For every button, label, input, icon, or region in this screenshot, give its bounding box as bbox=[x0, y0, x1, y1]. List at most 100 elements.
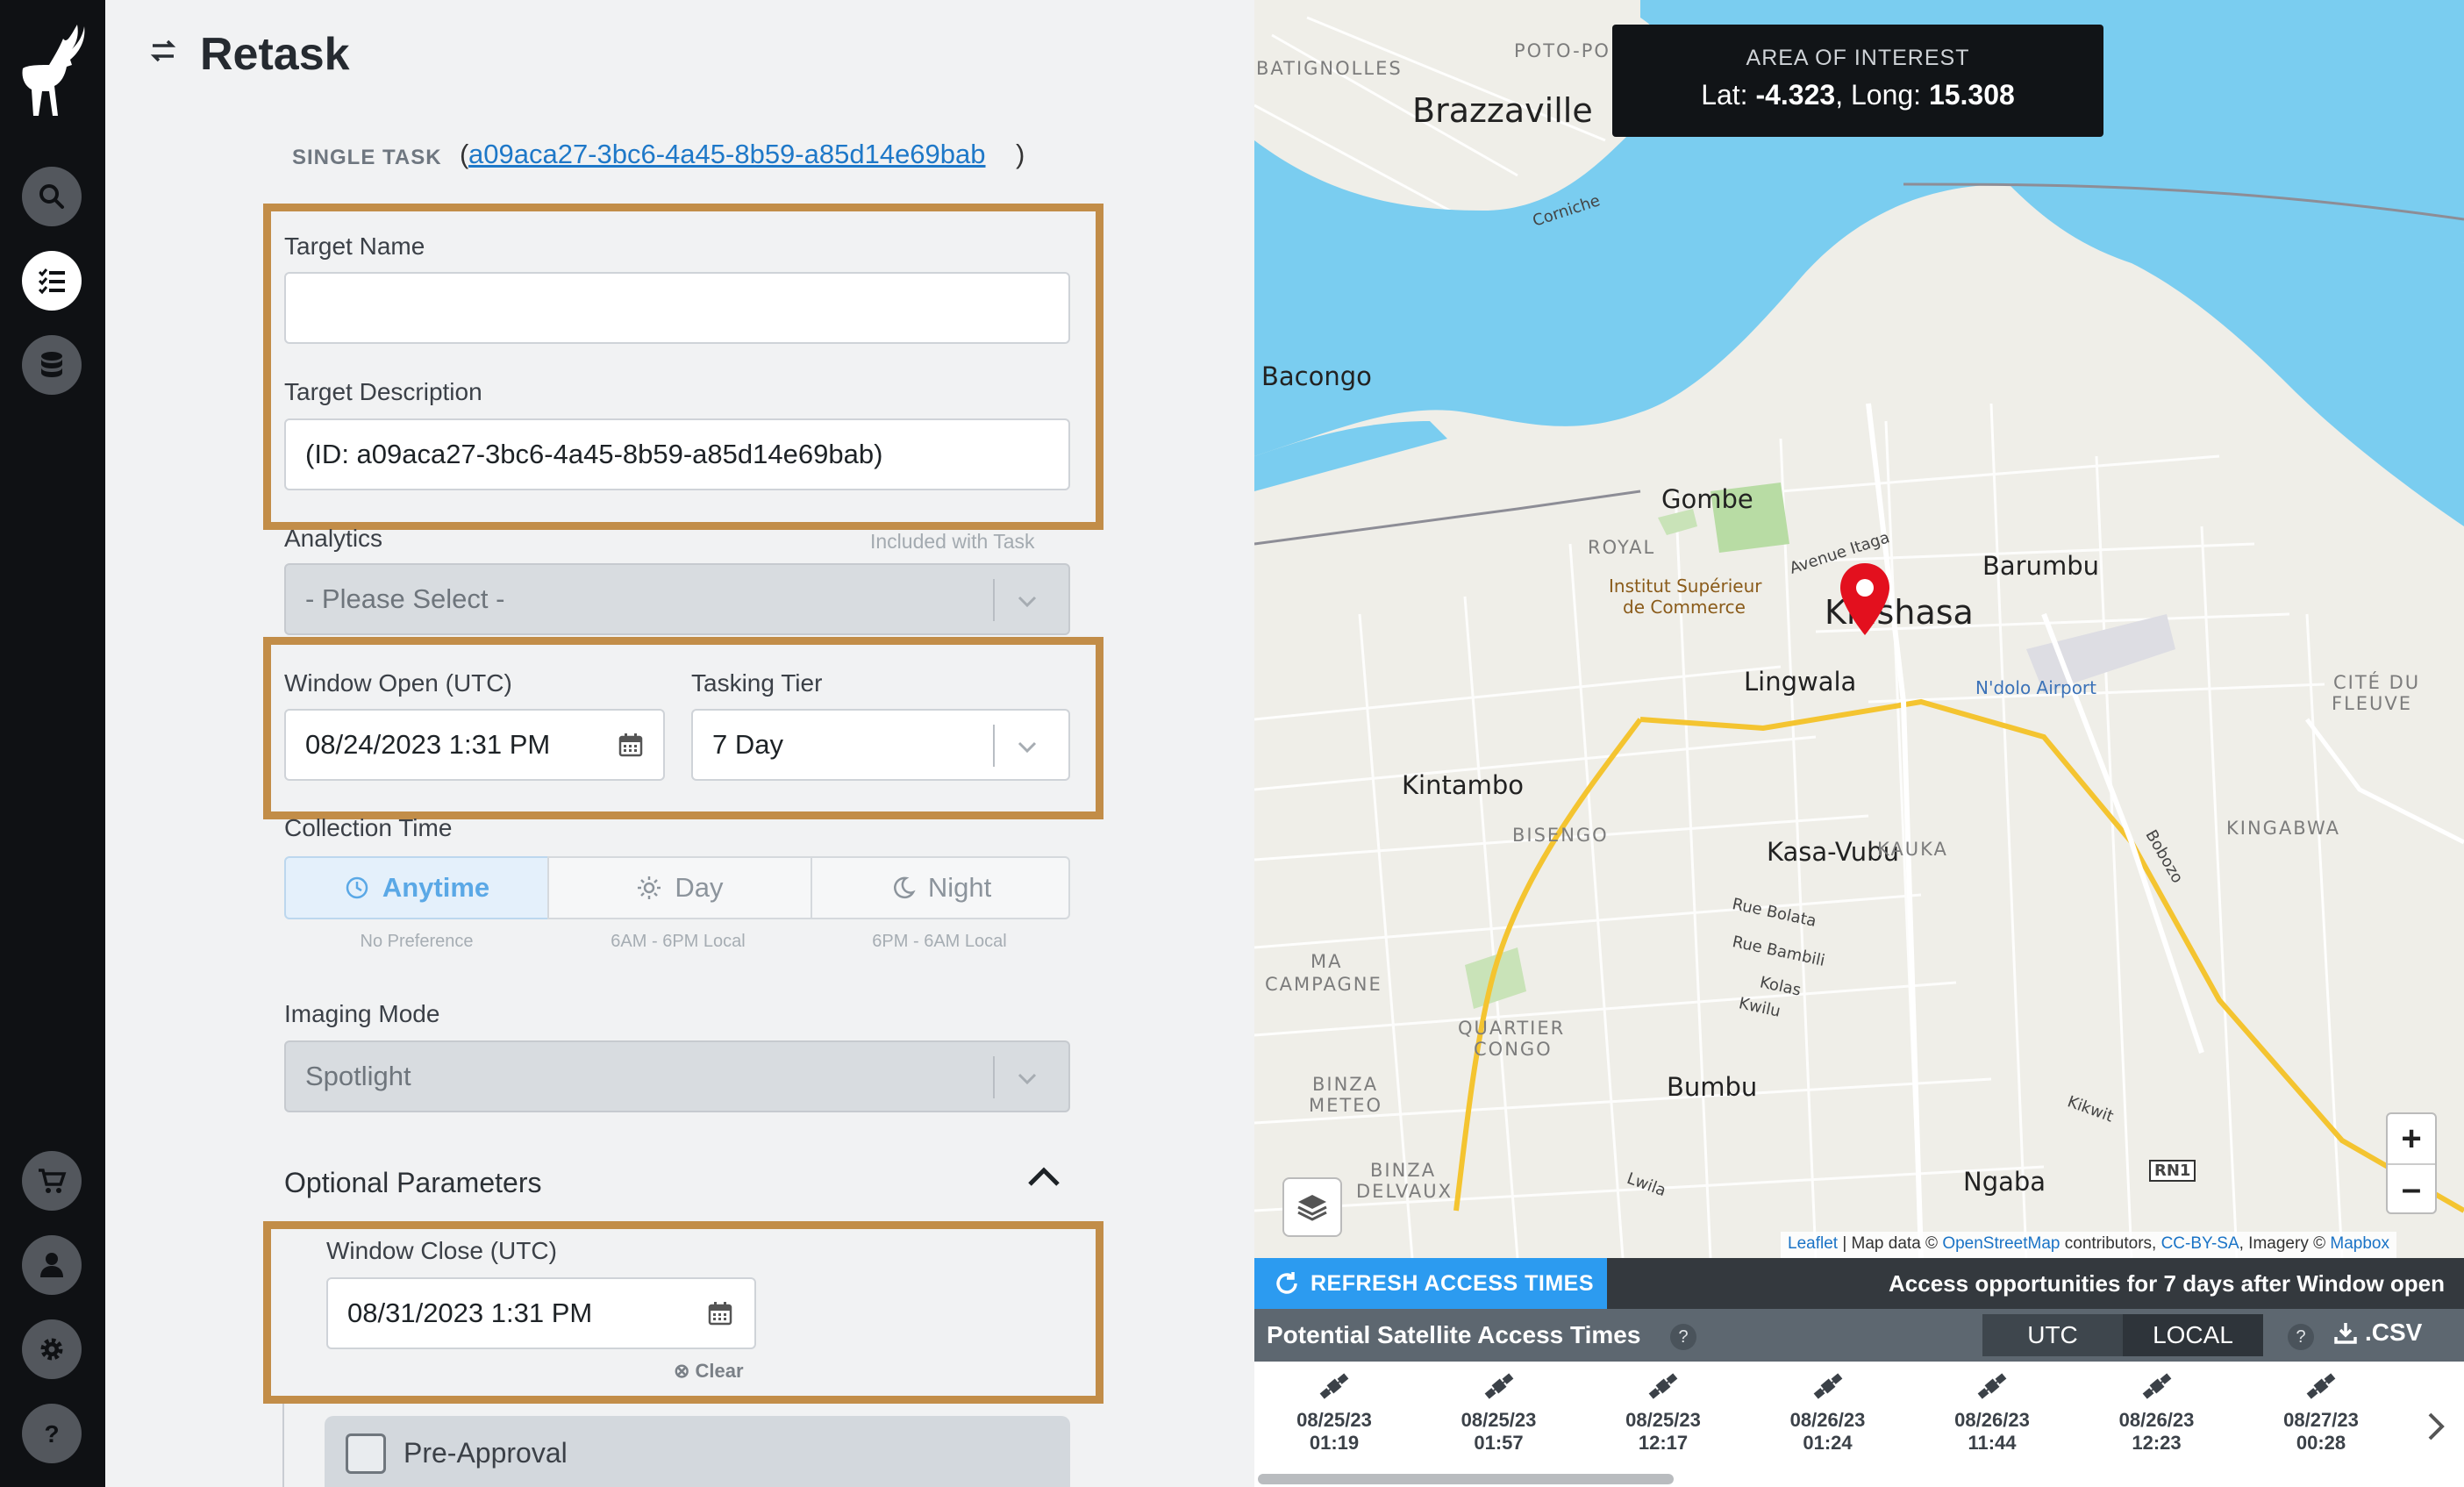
map-label-binza-2: BINZA bbox=[1370, 1160, 1437, 1181]
ccbysa-link[interactable]: CC-BY-SA bbox=[2161, 1234, 2239, 1253]
chevron-right-icon[interactable] bbox=[2423, 1409, 2449, 1444]
location-pin-icon[interactable] bbox=[1837, 561, 1893, 637]
map-label-quartier: QUARTIER bbox=[1458, 1018, 1566, 1039]
access-date: 08/25/23 bbox=[1461, 1409, 1537, 1431]
access-time: 12:23 bbox=[2132, 1432, 2182, 1454]
map-label-kintambo: Kintambo bbox=[1402, 770, 1524, 800]
satellite-icon bbox=[1319, 1373, 1349, 1399]
osm-link[interactable]: OpenStreetMap bbox=[1942, 1234, 2060, 1253]
access-time-item[interactable]: 08/25/23 12:17 bbox=[1597, 1369, 1729, 1455]
csv-download-button[interactable]: .CSV bbox=[2333, 1319, 2422, 1347]
user-icon bbox=[40, 1253, 63, 1277]
potential-access-title: Potential Satellite Access Times bbox=[1267, 1321, 1641, 1348]
layers-icon bbox=[1297, 1195, 1327, 1221]
page-title: Retask bbox=[200, 29, 350, 80]
single-task-label: SINGLE TASK bbox=[292, 146, 442, 169]
imaging-mode-label: Imaging Mode bbox=[284, 1000, 440, 1027]
antelope-logo-icon bbox=[22, 25, 85, 116]
leaflet-link[interactable]: Leaflet bbox=[1788, 1234, 1838, 1253]
access-time-item[interactable]: 08/26/23 12:23 bbox=[2091, 1369, 2223, 1455]
map-label-bacongo: Bacongo bbox=[1261, 361, 1372, 391]
zoom-out-button[interactable]: – bbox=[2388, 1163, 2435, 1212]
map-label-cite-du: CITÉ DU bbox=[2333, 672, 2421, 693]
access-time: 11:44 bbox=[1968, 1432, 2017, 1454]
sidebar-cart-button[interactable] bbox=[22, 1151, 82, 1211]
sidebar-settings-button[interactable] bbox=[22, 1319, 82, 1379]
satellite-icon bbox=[2306, 1373, 2336, 1399]
close-paren: ) bbox=[1016, 139, 1025, 169]
chevron-up-icon[interactable] bbox=[1026, 1163, 1061, 1190]
layers-button[interactable] bbox=[1282, 1177, 1342, 1237]
access-date: 08/26/23 bbox=[1954, 1409, 2030, 1431]
sidebar-account-button[interactable] bbox=[22, 1235, 82, 1295]
horizontal-scrollbar[interactable] bbox=[1258, 1474, 1674, 1484]
access-time: 00:28 bbox=[2296, 1432, 2346, 1454]
map-label-fleuve: FLEUVE bbox=[2332, 693, 2413, 714]
search-icon bbox=[39, 184, 64, 209]
highlight-window-close-field bbox=[263, 1221, 1103, 1404]
map-view[interactable]: Brazzaville Kinshasa Gombe Barumbu Lingw… bbox=[1254, 0, 2464, 1258]
access-time-item[interactable]: 08/25/23 01:19 bbox=[1268, 1369, 1400, 1455]
access-date: 08/27/23 bbox=[2283, 1409, 2359, 1431]
map-label-congo: CONGO bbox=[1474, 1039, 1553, 1060]
attribution-text: , Imagery © bbox=[2239, 1234, 2331, 1253]
access-time-item[interactable]: 08/27/23 00:28 bbox=[2255, 1369, 2387, 1455]
collection-day-button[interactable]: Day bbox=[547, 856, 812, 919]
map-label-bisengo: BISENGO bbox=[1512, 825, 1609, 846]
optional-parameters-title[interactable]: Optional Parameters bbox=[284, 1167, 541, 1199]
map-label-rn1: RN1 bbox=[2149, 1160, 2196, 1182]
attribution-text: | Map data © bbox=[1838, 1234, 1943, 1253]
satellite-icon bbox=[1484, 1373, 1513, 1399]
sidebar-search-button[interactable] bbox=[22, 167, 82, 226]
access-opportunities-message: Access opportunities for 7 days after Wi… bbox=[1889, 1270, 2445, 1297]
cart-icon bbox=[39, 1169, 67, 1193]
access-date: 08/26/23 bbox=[1789, 1409, 1866, 1431]
timezone-help-icon[interactable]: ? bbox=[2288, 1324, 2314, 1350]
map-label-ma: MA bbox=[1311, 951, 1343, 972]
collection-anytime-label: Anytime bbox=[382, 872, 490, 903]
open-paren: ( bbox=[460, 139, 469, 169]
satellite-icon bbox=[1977, 1373, 2007, 1399]
optional-section-line bbox=[282, 1404, 284, 1487]
map-label-delvaux: DELVAUX bbox=[1356, 1181, 1453, 1202]
download-icon bbox=[2334, 1323, 2357, 1344]
analytics-select[interactable]: - Please Select - bbox=[284, 563, 1070, 635]
sidebar-tasks-button[interactable] bbox=[22, 251, 82, 311]
sidebar-help-button[interactable]: ? bbox=[22, 1404, 82, 1463]
collection-night-button[interactable]: Night bbox=[811, 856, 1070, 919]
map-label-kingabwa: KINGABWA bbox=[2226, 818, 2340, 839]
map-label-campagne: CAMPAGNE bbox=[1265, 974, 1382, 995]
satellite-icon bbox=[1648, 1373, 1678, 1399]
csv-label: .CSV bbox=[2365, 1319, 2423, 1346]
access-time-item[interactable]: 08/26/23 11:44 bbox=[1926, 1369, 2058, 1455]
sun-icon bbox=[638, 876, 661, 899]
help-icon: ? bbox=[44, 1420, 59, 1448]
retask-arrows-icon bbox=[150, 39, 176, 62]
local-toggle[interactable]: LOCAL bbox=[2123, 1314, 2263, 1356]
analytics-label: Analytics bbox=[284, 525, 383, 552]
refresh-access-times-button[interactable]: REFRESH ACCESS TIMES bbox=[1254, 1258, 1607, 1309]
task-id-link[interactable]: a09aca27-3bc6-4a45-8b59-a85d14e69bab bbox=[468, 139, 986, 170]
imaging-mode-value: Spotlight bbox=[305, 1061, 411, 1091]
access-time-item[interactable]: 08/26/23 01:24 bbox=[1762, 1369, 1894, 1455]
access-time-item[interactable]: 08/25/23 01:57 bbox=[1433, 1369, 1565, 1455]
map-label-ngaba: Ngaba bbox=[1963, 1167, 2046, 1197]
imaging-mode-select[interactable]: Spotlight bbox=[284, 1040, 1070, 1112]
pre-approval-checkbox[interactable] bbox=[346, 1433, 386, 1474]
sidebar-database-button[interactable] bbox=[22, 335, 82, 395]
analytics-note: Included with Task bbox=[870, 530, 1035, 553]
map-label-lingwala: Lingwala bbox=[1744, 667, 1857, 697]
lat-label: Lat: bbox=[1701, 79, 1748, 111]
access-help-icon[interactable]: ? bbox=[1670, 1324, 1696, 1350]
access-time: 01:57 bbox=[1474, 1432, 1524, 1454]
map-label-bumbu: Bumbu bbox=[1667, 1072, 1758, 1102]
collection-anytime-button[interactable]: Anytime bbox=[284, 856, 549, 919]
select-separator bbox=[993, 1056, 995, 1098]
chevron-down-icon bbox=[1018, 1073, 1037, 1085]
access-time: 12:17 bbox=[1638, 1432, 1689, 1454]
svg-text:?: ? bbox=[44, 1420, 59, 1448]
zoom-in-button[interactable]: + bbox=[2388, 1114, 2435, 1163]
utc-toggle[interactable]: UTC bbox=[1982, 1314, 2123, 1356]
refresh-icon bbox=[1276, 1272, 1297, 1294]
mapbox-link[interactable]: Mapbox bbox=[2330, 1234, 2389, 1253]
